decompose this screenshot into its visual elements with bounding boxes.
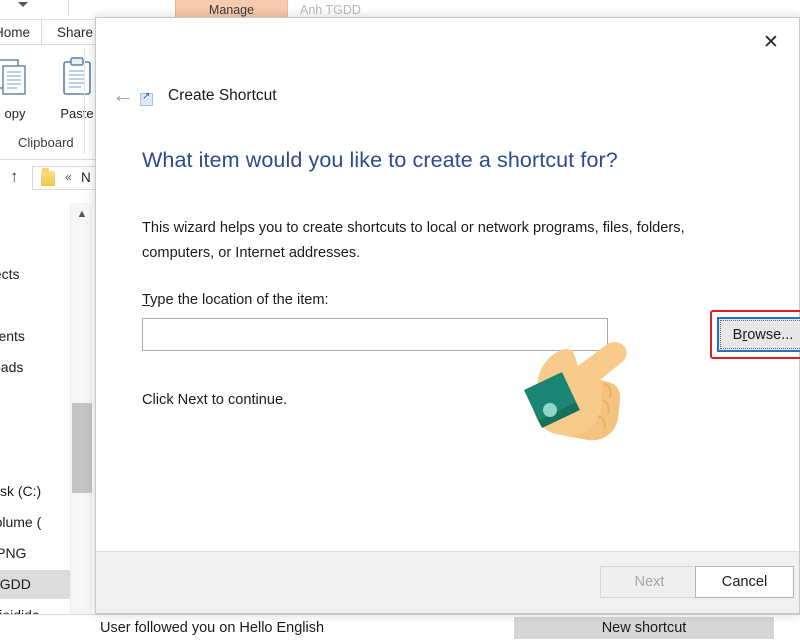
ribbon-group-label-clipboard: Clipboard (18, 135, 74, 150)
folder-icon (41, 168, 55, 186)
ribbon-tab-home[interactable]: Home (0, 20, 42, 45)
browse-label-part-c: owse... (747, 326, 794, 343)
dialog-footer: Next Cancel (96, 551, 799, 613)
chevron-up-icon[interactable]: ▲ (71, 203, 93, 225)
browse-button-label: Browse... (733, 327, 794, 343)
shortcut-icon (140, 91, 153, 106)
breadcrumb-text: N (81, 170, 91, 185)
status-bar-item-name[interactable]: New shortcut (514, 617, 774, 639)
quick-access-caret-icon[interactable] (18, 2, 28, 7)
cancel-button[interactable]: Cancel (695, 566, 794, 598)
dialog-title: Create Shortcut (168, 87, 277, 104)
pointing-hand-cursor (524, 342, 627, 441)
status-bar-message: User followed you on Hello English (100, 620, 325, 636)
location-field-label: Type the location of the item: (142, 292, 329, 308)
copy-icon (0, 59, 26, 95)
create-shortcut-dialog: ✕ ← Create Shortcut What item would you … (95, 17, 800, 614)
status-bar: User followed you on Hello English New s… (0, 614, 800, 640)
back-arrow-icon[interactable]: ← (108, 80, 138, 110)
breadcrumb-chevron[interactable]: « (65, 170, 72, 184)
next-button[interactable]: Next (600, 566, 699, 598)
dialog-hint-text: Click Next to continue. (142, 392, 288, 408)
close-icon[interactable]: ✕ (749, 26, 793, 60)
browse-button[interactable]: Browse... (717, 317, 800, 352)
scrollbar-thumb[interactable] (72, 403, 92, 493)
dialog-body-text: This wizard helps you to create shortcut… (142, 220, 685, 261)
strip-divider (68, 0, 69, 16)
paste-icon (63, 57, 91, 95)
browse-label-part-a: B (732, 326, 743, 343)
dialog-heading: What item would you like to create a sho… (142, 148, 618, 172)
location-field-label-accesskey: T (142, 292, 151, 308)
ribbon-group-separator (84, 49, 85, 154)
screen: Manage Anh TGDD Home Share opy (0, 0, 800, 640)
up-arrow-icon[interactable]: ↑ (10, 167, 19, 187)
location-field-label-rest: ype the location of the item: (150, 292, 329, 308)
navigation-scrollbar[interactable]: ▲ ▼ (70, 203, 92, 631)
